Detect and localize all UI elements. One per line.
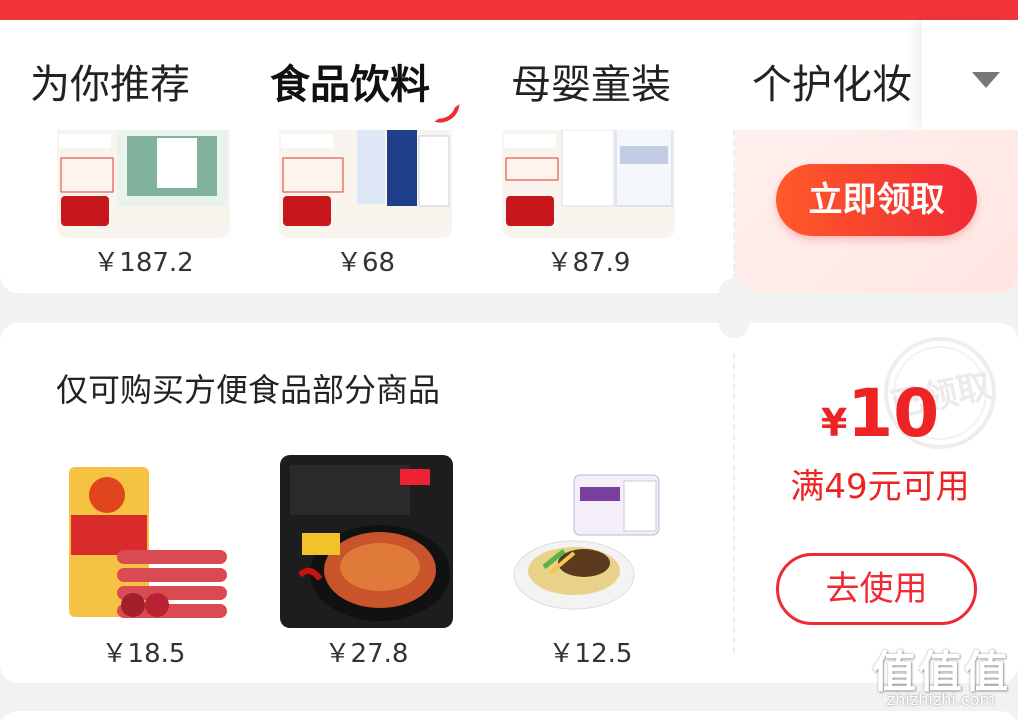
product-thumb[interactable] <box>504 455 677 628</box>
coupon-card-1: ￥187.2 ￥68 ￥87.9 立即领取 <box>0 130 1018 293</box>
tab-recommend[interactable]: 为你推荐 <box>30 60 190 110</box>
tab-more-button[interactable] <box>922 20 1018 130</box>
product-image <box>279 130 452 238</box>
coupon-value: 10 <box>847 375 940 452</box>
category-tabs: 为你推荐 食品饮料 母婴童装 个护化妆 <box>0 20 1018 130</box>
product-image <box>57 130 230 238</box>
tab-food-drink[interactable]: 食品饮料 <box>270 60 430 110</box>
product-thumb[interactable] <box>502 130 675 238</box>
coupon-card-2: 仅可购买方便食品部分商品 ￥18.5 ￥27.8 ￥12.5 已领取 ¥10 满… <box>0 323 1018 683</box>
product-image <box>57 455 230 628</box>
coupon-divider <box>733 130 735 280</box>
status-bar <box>0 0 1018 20</box>
claim-now-button[interactable]: 立即领取 <box>776 164 977 236</box>
coupon-title: 仅可购买方便食品部分商品 <box>56 371 441 409</box>
product-thumb[interactable] <box>57 130 230 238</box>
active-tab-indicator <box>434 100 460 126</box>
currency-symbol: ¥ <box>820 401 848 445</box>
product-image <box>504 455 677 628</box>
product-thumb[interactable] <box>57 455 230 628</box>
product-price: ￥68 <box>335 248 396 278</box>
product-price: ￥187.2 <box>93 248 194 278</box>
use-coupon-button[interactable]: 去使用 <box>776 553 977 625</box>
coupon-condition: 满49元可用 <box>790 467 970 507</box>
product-thumb[interactable] <box>280 455 453 628</box>
watermark-url: zhizhizhi.com <box>886 690 996 709</box>
product-price: ￥87.9 <box>546 248 631 278</box>
product-price: ￥12.5 <box>548 639 633 669</box>
triangle-down-icon <box>972 72 1000 88</box>
coupon-divider <box>733 353 735 653</box>
coupon-amount: ¥10 <box>780 375 980 452</box>
product-price: ￥18.5 <box>101 639 186 669</box>
product-price: ￥27.8 <box>324 639 409 669</box>
product-image <box>280 455 453 628</box>
product-image <box>502 130 675 238</box>
tab-personal-care[interactable]: 个护化妆 <box>752 60 912 110</box>
tab-baby-kids[interactable]: 母婴童装 <box>511 60 671 110</box>
product-thumb[interactable] <box>279 130 452 238</box>
site-watermark: 值值值 zhizhizhi.com <box>866 632 1016 719</box>
